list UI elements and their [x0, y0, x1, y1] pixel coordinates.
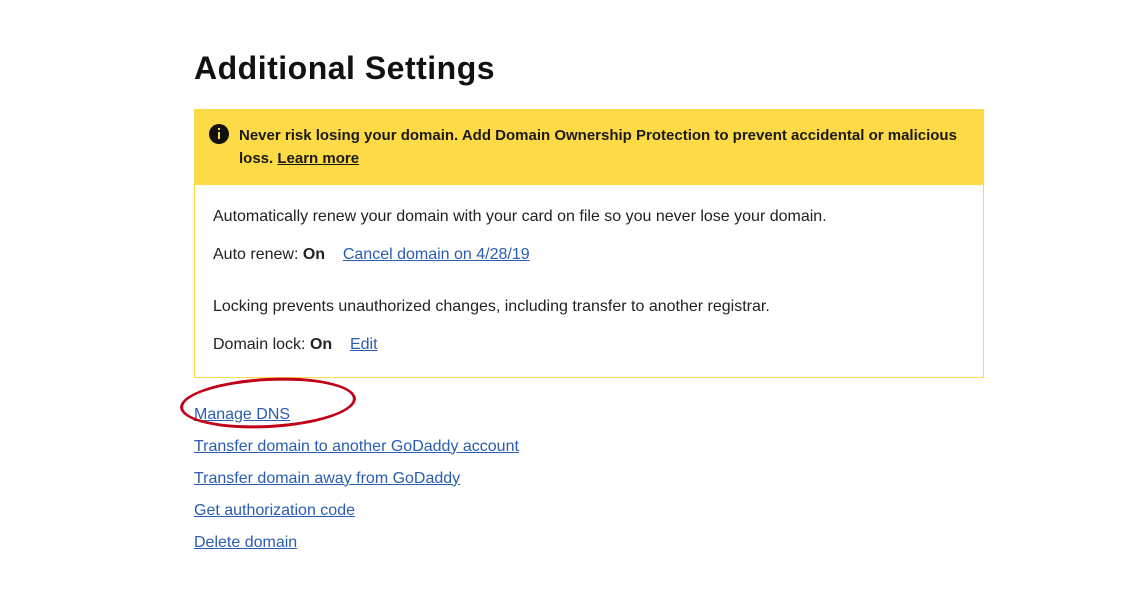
- domain-lock-description: Locking prevents unauthorized changes, i…: [213, 295, 965, 319]
- edit-lock-link[interactable]: Edit: [350, 336, 378, 353]
- manage-dns-link[interactable]: Manage DNS: [194, 406, 290, 424]
- auto-renew-description: Automatically renew your domain with you…: [213, 205, 965, 229]
- auto-renew-status: On: [303, 246, 325, 263]
- protection-banner: Never risk losing your domain. Add Domai…: [195, 110, 983, 185]
- transfer-away-link[interactable]: Transfer domain away from GoDaddy: [194, 470, 460, 488]
- domain-lock-row: Domain lock: On Edit: [213, 333, 965, 357]
- settings-card: Never risk losing your domain. Add Domai…: [194, 109, 984, 378]
- info-icon: [209, 124, 229, 144]
- domain-lock-status: On: [310, 336, 332, 353]
- cancel-domain-link[interactable]: Cancel domain on 4/28/19: [343, 246, 530, 263]
- delete-domain-link[interactable]: Delete domain: [194, 534, 297, 552]
- page-title: Additional Settings: [194, 50, 1148, 87]
- auth-code-link[interactable]: Get authorization code: [194, 502, 355, 520]
- action-links: Manage DNS Transfer domain to another Go…: [194, 406, 1148, 552]
- transfer-internal-link[interactable]: Transfer domain to another GoDaddy accou…: [194, 438, 519, 456]
- additional-settings-page: Additional Settings Never risk losing yo…: [0, 0, 1148, 614]
- settings-body: Automatically renew your domain with you…: [195, 185, 983, 377]
- auto-renew-label: Auto renew:: [213, 246, 298, 263]
- learn-more-link[interactable]: Learn more: [277, 150, 359, 167]
- auto-renew-row: Auto renew: On Cancel domain on 4/28/19: [213, 243, 965, 267]
- domain-lock-label: Domain lock:: [213, 336, 305, 353]
